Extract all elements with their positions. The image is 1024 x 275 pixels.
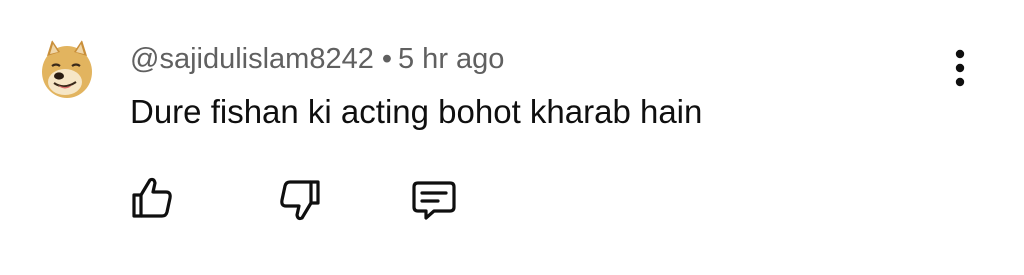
comment-meta: @sajidulislam8242 • 5 hr ago (130, 41, 504, 77)
thumbs-up-icon (132, 177, 172, 218)
reply-button[interactable] (408, 175, 460, 227)
comment-reply-icon (412, 181, 456, 220)
dislike-button[interactable] (274, 173, 326, 225)
avatar[interactable] (38, 36, 96, 102)
more-options-button[interactable] (944, 46, 976, 90)
meta-separator: • (381, 43, 392, 75)
comment-timestamp[interactable]: 5 hr ago (398, 43, 504, 75)
author-name[interactable]: @sajidulislam8242 (130, 43, 374, 75)
more-vertical-icon (955, 49, 965, 87)
doge-avatar-icon (42, 40, 92, 98)
comment-text: Dure fishan ki acting bohot kharab hain (130, 93, 703, 130)
thumbs-down-icon (280, 180, 320, 221)
comment-item: @sajidulislam8242 • 5 hr ago Dure fishan k… (0, 0, 1024, 275)
like-button[interactable] (126, 173, 178, 225)
